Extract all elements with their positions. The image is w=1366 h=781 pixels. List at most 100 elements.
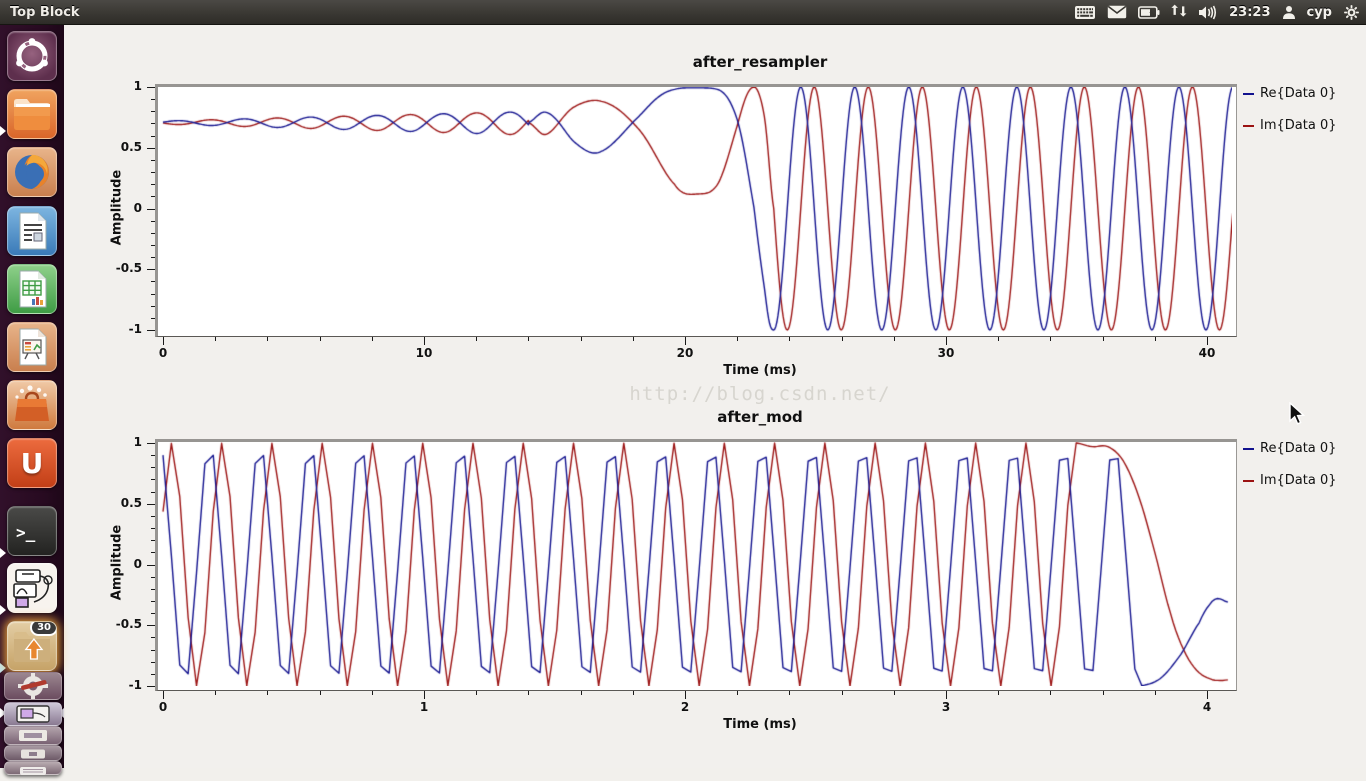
y-minor-tick: [151, 317, 155, 319]
files-button[interactable]: [7, 89, 57, 139]
x-minor-tick: [371, 337, 373, 341]
x-minor-tick: [1154, 691, 1156, 695]
folded-app-tile[interactable]: [4, 761, 62, 775]
x-minor-tick: [476, 337, 478, 341]
clock[interactable]: 23:23: [1229, 5, 1270, 20]
gnuradio-companion-button[interactable]: [7, 563, 57, 613]
calc-spreadsheet-icon: [19, 270, 47, 308]
x-tick-label: 30: [937, 346, 955, 360]
running-indicator: [0, 605, 6, 615]
user-indicator-icon[interactable]: [1282, 5, 1296, 20]
ubuntu-one-button[interactable]: U: [7, 438, 57, 488]
x-minor-tick: [1050, 691, 1052, 695]
chart1-waveform-canvas: [158, 87, 1232, 332]
folded-app-tile[interactable]: [4, 672, 62, 700]
battery-indicator-icon[interactable]: [1138, 5, 1160, 19]
y-minor-tick: [151, 613, 155, 615]
folded-app-tile[interactable]: [4, 726, 62, 745]
x-major-tick: [1207, 337, 1208, 345]
keyboard-indicator-icon[interactable]: [1074, 5, 1096, 20]
x-tick-label: 4: [1202, 700, 1212, 714]
x-minor-tick: [632, 691, 634, 695]
y-minor-tick: [151, 220, 155, 222]
y-tick-label: -0.5: [115, 617, 142, 632]
x-minor-tick: [528, 337, 530, 341]
y-minor-tick: [151, 172, 155, 174]
desktop: Top Block 23:23 cyp U >_ 30 after_resamp…: [0, 0, 1366, 775]
flattened-window-icon: [20, 767, 46, 775]
y-minor-tick: [151, 159, 155, 161]
y-minor-tick: [151, 123, 155, 125]
messaging-indicator-icon[interactable]: [1107, 5, 1127, 19]
x-minor-tick: [476, 691, 478, 695]
x-minor-tick: [215, 691, 217, 695]
window-title: Top Block: [10, 4, 80, 20]
x-tick-label: 0: [158, 700, 168, 714]
indicator-tray: 23:23 cyp: [1074, 0, 1360, 24]
y-major-tick: [147, 147, 155, 149]
libreoffice-impress-button[interactable]: [7, 322, 57, 372]
libreoffice-writer-button[interactable]: [7, 206, 57, 256]
x-minor-tick: [267, 691, 269, 695]
system-tool-gear-icon: [18, 673, 48, 699]
y-major-tick: [147, 87, 155, 88]
csdn-watermark: http://blog.csdn.net/: [629, 383, 891, 405]
y-tick-label: 0: [133, 200, 142, 215]
terminal-button[interactable]: >_: [7, 506, 57, 556]
session-gear-indicator-icon[interactable]: [1343, 4, 1360, 21]
x-minor-tick: [789, 691, 791, 695]
x-minor-tick: [789, 337, 791, 341]
libreoffice-calc-button[interactable]: [7, 264, 57, 314]
top-panel: Top Block 23:23 cyp: [0, 0, 1366, 25]
firefox-icon: [15, 154, 49, 189]
y-tick-label: 0.5: [120, 495, 142, 510]
folded-app-tile[interactable]: [4, 702, 62, 726]
x-minor-tick: [1102, 691, 1104, 695]
sound-indicator-icon[interactable]: [1198, 5, 1218, 20]
folded-app-tile[interactable]: [4, 745, 62, 761]
flattened-window-icon: [21, 749, 45, 759]
x-minor-tick: [841, 337, 843, 341]
y-minor-tick: [151, 661, 155, 663]
legend-label: Im{Data 0}: [1260, 118, 1337, 133]
y-tick-label: 0.5: [120, 139, 142, 154]
chart2-title: after_mod: [717, 408, 803, 426]
y-minor-tick: [151, 637, 155, 639]
x-minor-tick: [215, 337, 217, 341]
x-tick-label: 3: [941, 700, 951, 714]
legend-entry: Re{Data 0}: [1243, 441, 1336, 456]
x-tick-label: 20: [676, 346, 694, 360]
y-tick-label: -0.5: [115, 261, 142, 276]
flattened-window-icon: [19, 730, 47, 741]
y-minor-tick: [151, 196, 155, 198]
y-minor-tick: [151, 99, 155, 101]
y-major-tick: [147, 564, 155, 566]
y-minor-tick: [151, 135, 155, 137]
x-minor-tick: [319, 691, 321, 695]
y-minor-tick: [151, 588, 155, 590]
x-tick-label: 1: [419, 700, 429, 714]
legend-line-sample: [1243, 124, 1254, 127]
x-minor-tick: [632, 337, 634, 341]
y-minor-tick: [151, 455, 155, 457]
y-minor-tick: [151, 649, 155, 651]
legend-line-sample: [1243, 479, 1254, 482]
x-major-tick: [946, 691, 947, 699]
legend-label: Re{Data 0}: [1260, 441, 1337, 456]
top-block-window: after_resampler Amplitude Time (ms) http…: [64, 24, 1366, 768]
y-tick-label: 0: [133, 556, 142, 571]
sync-arrows-indicator-icon[interactable]: [1171, 4, 1187, 20]
chart2-plot-area: [155, 439, 1237, 691]
user-name[interactable]: cyp: [1307, 5, 1333, 20]
legend-entry: Im{Data 0}: [1243, 473, 1336, 488]
dash-home-button[interactable]: [7, 31, 57, 81]
x-minor-tick: [841, 691, 843, 695]
legend-label: Re{Data 0}: [1260, 86, 1337, 101]
y-minor-tick: [151, 576, 155, 578]
update-folder-button[interactable]: 30: [7, 621, 57, 671]
firefox-button[interactable]: [7, 147, 57, 197]
y-major-tick: [147, 625, 155, 627]
software-center-button[interactable]: [7, 380, 57, 430]
y-minor-tick: [151, 293, 155, 295]
y-tick-label: -1: [128, 322, 142, 336]
